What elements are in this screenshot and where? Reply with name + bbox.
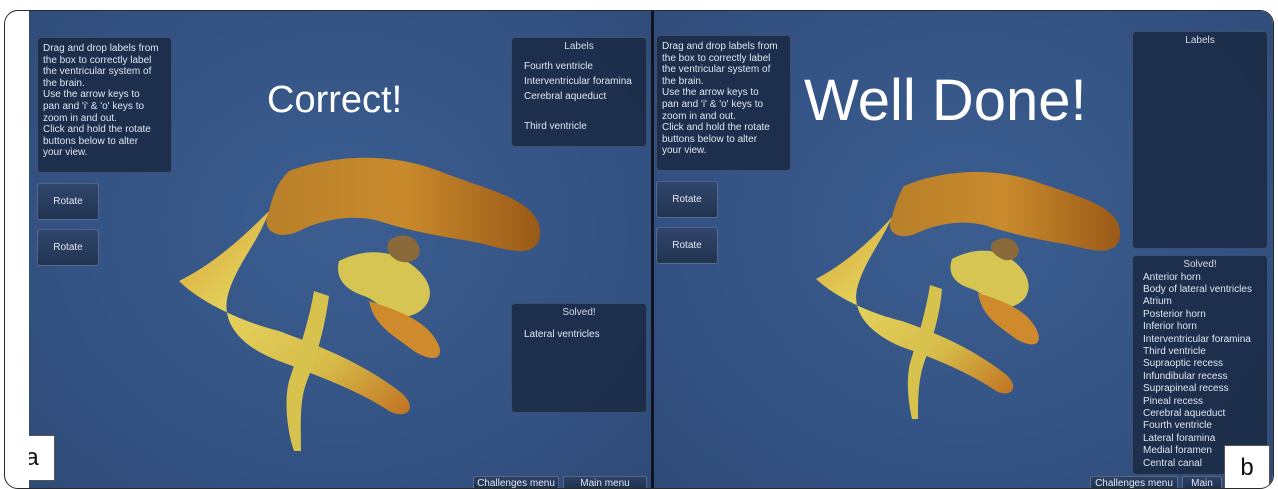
solved-item: Suprapineal recess [1143,383,1229,395]
instruction-line: your view. [662,145,707,157]
challenges-menu-button[interactable]: Challenges menu [1090,476,1178,488]
labels-box: Labels Fourth ventricle Interventricular… [511,37,647,147]
instruction-line: the box to correctly label [43,54,152,66]
draggable-label[interactable]: Interventricular foramina [524,74,646,89]
feedback-text: Correct! [267,79,403,121]
brain-ventricle-model[interactable] [139,151,559,451]
solved-item: Interventricular foramina [1143,333,1251,345]
instruction-line: zoom in and out. [43,112,117,124]
instruction-line: the ventricular system of [43,66,152,78]
panel-a: Drag and drop labels from the box to cor… [29,11,651,488]
main-menu-button[interactable]: Main menu [563,476,647,488]
instruction-line: zoom in and out. [662,110,736,122]
feedback-text: Well Done! [804,68,1087,133]
solved-item: Atrium [1143,296,1172,308]
instruction-line: Drag and drop labels from [662,41,778,52]
brain-ventricle-model[interactable] [784,161,1144,421]
solved-item: Inferior horn [1143,321,1197,333]
main-menu-button[interactable]: Main [1182,476,1222,488]
solved-item: Pineal recess [1143,395,1204,407]
instruction-line: the ventricular system of [662,64,771,76]
instruction-line: pan and 'i' & 'o' keys to [662,98,764,110]
solved-item: Infundibular recess [1143,370,1228,382]
challenges-menu-button[interactable]: Challenges menu [473,476,559,488]
draggable-label[interactable]: Fourth ventricle [524,59,646,74]
draggable-label[interactable] [524,104,646,119]
solved-item: Anterior horn [1143,271,1201,283]
draggable-label[interactable]: Third ventricle [524,119,646,134]
solved-item: Body of lateral ventricles [1143,284,1252,295]
solved-item: Third ventricle [1143,346,1206,358]
instruction-line: Click and hold the rotate [43,124,151,136]
solved-title: Solved! [1183,259,1217,270]
rotate-button-2[interactable]: Rotate [37,229,99,266]
solved-box: Solved! Anterior horn Body of lateral ve… [1132,255,1268,475]
instruction-line: the box to correctly label [662,52,771,64]
panel-tag-b: b [1224,445,1270,488]
labels-title: Labels [564,41,594,52]
labels-title: Labels [1185,35,1215,46]
instruction-line: pan and 'i' & 'o' keys to [43,100,145,112]
instruction-line: Use the arrow keys to [662,87,759,99]
figure-frame: Drag and drop labels from the box to cor… [4,10,1274,489]
rotate-button-1[interactable]: Rotate [37,183,99,220]
instruction-line: Drag and drop labels from [43,43,159,54]
instruction-line: Use the arrow keys to [43,89,140,101]
panel-b: Drag and drop labels from the box to cor… [654,11,1273,488]
instructions-box: Drag and drop labels from the box to cor… [656,35,791,171]
solved-item: Supraoptic recess [1143,358,1224,370]
rotate-button-1[interactable]: Rotate [656,181,718,218]
solved-item: Fourth ventricle [1143,420,1212,432]
instruction-line: buttons below to alter [43,135,139,147]
instruction-line: buttons below to alter [662,133,758,145]
labels-box: Labels [1132,31,1268,249]
panel-tag-a: a [29,435,55,481]
instruction-line: the brain. [43,77,85,89]
instruction-line: the brain. [662,75,704,87]
solved-item: Posterior horn [1143,308,1206,320]
solved-item: Cerebral aqueduct [1143,408,1226,420]
solved-item: Lateral foramina [1143,432,1216,444]
rotate-button-2[interactable]: Rotate [656,227,718,264]
instruction-line: Click and hold the rotate [662,122,770,134]
draggable-label[interactable]: Cerebral aqueduct [524,89,646,104]
